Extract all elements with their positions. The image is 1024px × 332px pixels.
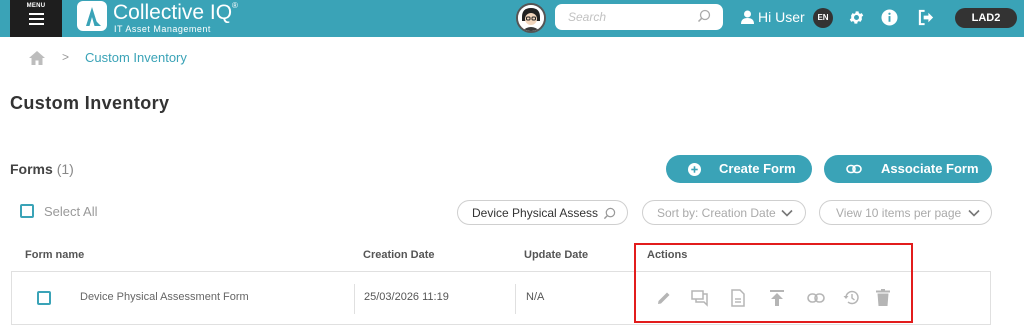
avatar[interactable] — [516, 3, 546, 33]
breadcrumb-current[interactable]: Custom Inventory — [85, 50, 187, 65]
menu-label: MENU — [26, 3, 46, 9]
divider — [354, 284, 355, 314]
column-header-actions: Actions — [647, 249, 688, 261]
search-icon[interactable] — [697, 9, 711, 23]
search-icon[interactable] — [603, 207, 616, 220]
associate-form-label: Associate Form — [881, 161, 979, 176]
user-greeting: Hi User — [758, 9, 805, 25]
logout-icon[interactable] — [918, 9, 935, 26]
add-circle-icon — [688, 163, 701, 176]
row-checkbox[interactable] — [37, 291, 51, 305]
user-menu[interactable]: Hi User — [741, 9, 805, 25]
creation-date-cell: 25/03/2026 11:19 — [364, 291, 449, 303]
breadcrumb-separator: > — [62, 50, 70, 64]
menu-button[interactable]: MENU — [10, 0, 62, 37]
forms-heading: Forms (1) — [10, 161, 74, 177]
column-header-form-name: Form name — [25, 249, 85, 261]
associate-form-button[interactable]: Associate Form — [824, 155, 992, 183]
document-icon[interactable] — [730, 289, 746, 307]
forms-count: (1) — [56, 161, 74, 177]
create-form-button[interactable]: Create Form — [666, 155, 812, 183]
page-title: Custom Inventory — [10, 93, 170, 113]
filter-search-field[interactable]: Device Physical Assessment Form — [457, 200, 628, 225]
chevron-down-icon — [781, 209, 793, 217]
link-icon — [846, 164, 862, 174]
logo-icon — [77, 1, 107, 31]
site-badge[interactable]: LAD2 — [955, 8, 1017, 28]
search-box[interactable] — [555, 4, 723, 30]
comments-icon[interactable] — [691, 289, 709, 307]
create-form-label: Create Form — [719, 161, 796, 176]
link-icon[interactable] — [807, 291, 825, 305]
publish-icon[interactable] — [769, 289, 785, 307]
app-title: Collective IQ® — [113, 1, 238, 24]
form-name-cell[interactable]: Device Physical Assessment Form — [80, 291, 249, 303]
history-icon[interactable] — [843, 289, 860, 306]
select-all-label: Select All — [44, 204, 98, 219]
gear-icon[interactable] — [848, 9, 865, 26]
top-bar: MENU Collective IQ® IT Asset Management — [0, 0, 1024, 37]
forms-label: Forms — [10, 161, 53, 177]
search-input[interactable] — [568, 8, 693, 26]
select-all[interactable]: Select All — [20, 204, 97, 219]
filter-search-value[interactable]: Device Physical Assessment Form — [472, 206, 598, 220]
select-all-checkbox[interactable] — [20, 204, 34, 218]
page-size-dropdown[interactable]: View 10 items per page — [819, 200, 992, 225]
sort-dropdown[interactable]: Sort by: Creation Date — [642, 200, 806, 225]
edit-icon[interactable] — [656, 290, 672, 306]
home-icon[interactable] — [29, 51, 45, 65]
divider — [515, 284, 516, 314]
app-subtitle: IT Asset Management — [114, 24, 211, 34]
table-row: Device Physical Assessment Form 25/03/20… — [11, 271, 991, 325]
user-icon — [741, 10, 754, 24]
update-date-cell: N/A — [526, 291, 545, 303]
hamburger-icon — [29, 13, 44, 28]
language-badge[interactable]: EN — [813, 8, 833, 28]
page-size-value: View 10 items per page — [836, 206, 962, 220]
sort-dropdown-value: Sort by: Creation Date — [657, 206, 776, 220]
delete-icon[interactable] — [876, 289, 890, 306]
column-header-creation-date: Creation Date — [363, 249, 435, 261]
chevron-down-icon — [968, 209, 980, 217]
column-header-update-date: Update Date — [524, 249, 589, 261]
info-icon[interactable] — [881, 9, 898, 26]
